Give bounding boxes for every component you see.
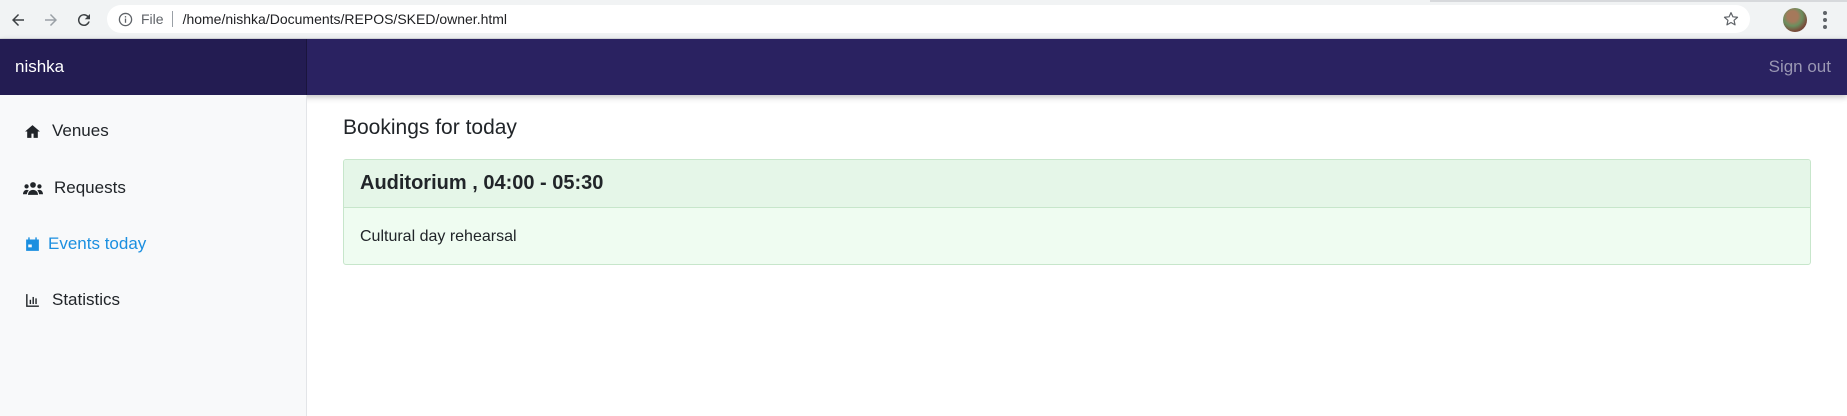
forward-button[interactable]: [40, 9, 62, 31]
divider: [171, 11, 173, 27]
url-text[interactable]: /home/nishka/Documents/REPOS/SKED/owner.…: [183, 11, 507, 27]
arrow-right-icon: [45, 14, 57, 26]
info-icon[interactable]: [117, 11, 133, 27]
address-bar[interactable]: File /home/nishka/Documents/REPOS/SKED/o…: [107, 5, 1750, 33]
back-button[interactable]: [7, 9, 29, 31]
top-navbar: nishka Sign out: [0, 39, 1847, 95]
reload-button[interactable]: [73, 9, 95, 31]
browser-toolbar: File /home/nishka/Documents/REPOS/SKED/o…: [0, 0, 1847, 39]
calendar-icon: [22, 234, 42, 254]
sidebar-item-statistics[interactable]: Statistics: [22, 285, 120, 315]
scheme-label: File: [141, 11, 164, 27]
sign-out-link[interactable]: Sign out: [1769, 39, 1831, 95]
booking-card-header: Auditorium , 04:00 - 05:30: [344, 160, 1810, 208]
booking-card: Auditorium , 04:00 - 05:30 Cultural day …: [343, 159, 1811, 265]
sidebar-item-label: Statistics: [52, 290, 121, 309]
booking-card-description: Cultural day rehearsal: [360, 227, 517, 245]
arrow-left-icon: [12, 14, 24, 26]
users-icon: [22, 178, 44, 198]
bar-chart-icon: [22, 290, 42, 310]
sidebar-item-requests[interactable]: Requests: [22, 173, 126, 203]
sidebar-item-label: Requests: [54, 178, 126, 197]
sidebar-item-venues[interactable]: Venues: [22, 116, 109, 146]
reload-icon: [77, 14, 90, 27]
page-title: Bookings for today: [343, 116, 517, 139]
home-icon: [22, 121, 42, 141]
profile-avatar[interactable]: [1783, 8, 1807, 32]
brand[interactable]: nishka: [0, 39, 307, 95]
sidebar-item-events-today[interactable]: Events today: [22, 229, 146, 259]
sidebar-item-label: Events today: [48, 234, 147, 253]
bookmark-star-icon[interactable]: [1722, 10, 1740, 28]
more-menu-icon[interactable]: [1818, 9, 1832, 31]
tab-strip-edge: [1430, 0, 1847, 2]
sidebar: Venues Requests Events today Statistics: [0, 95, 307, 416]
sidebar-item-label: Venues: [52, 121, 109, 140]
